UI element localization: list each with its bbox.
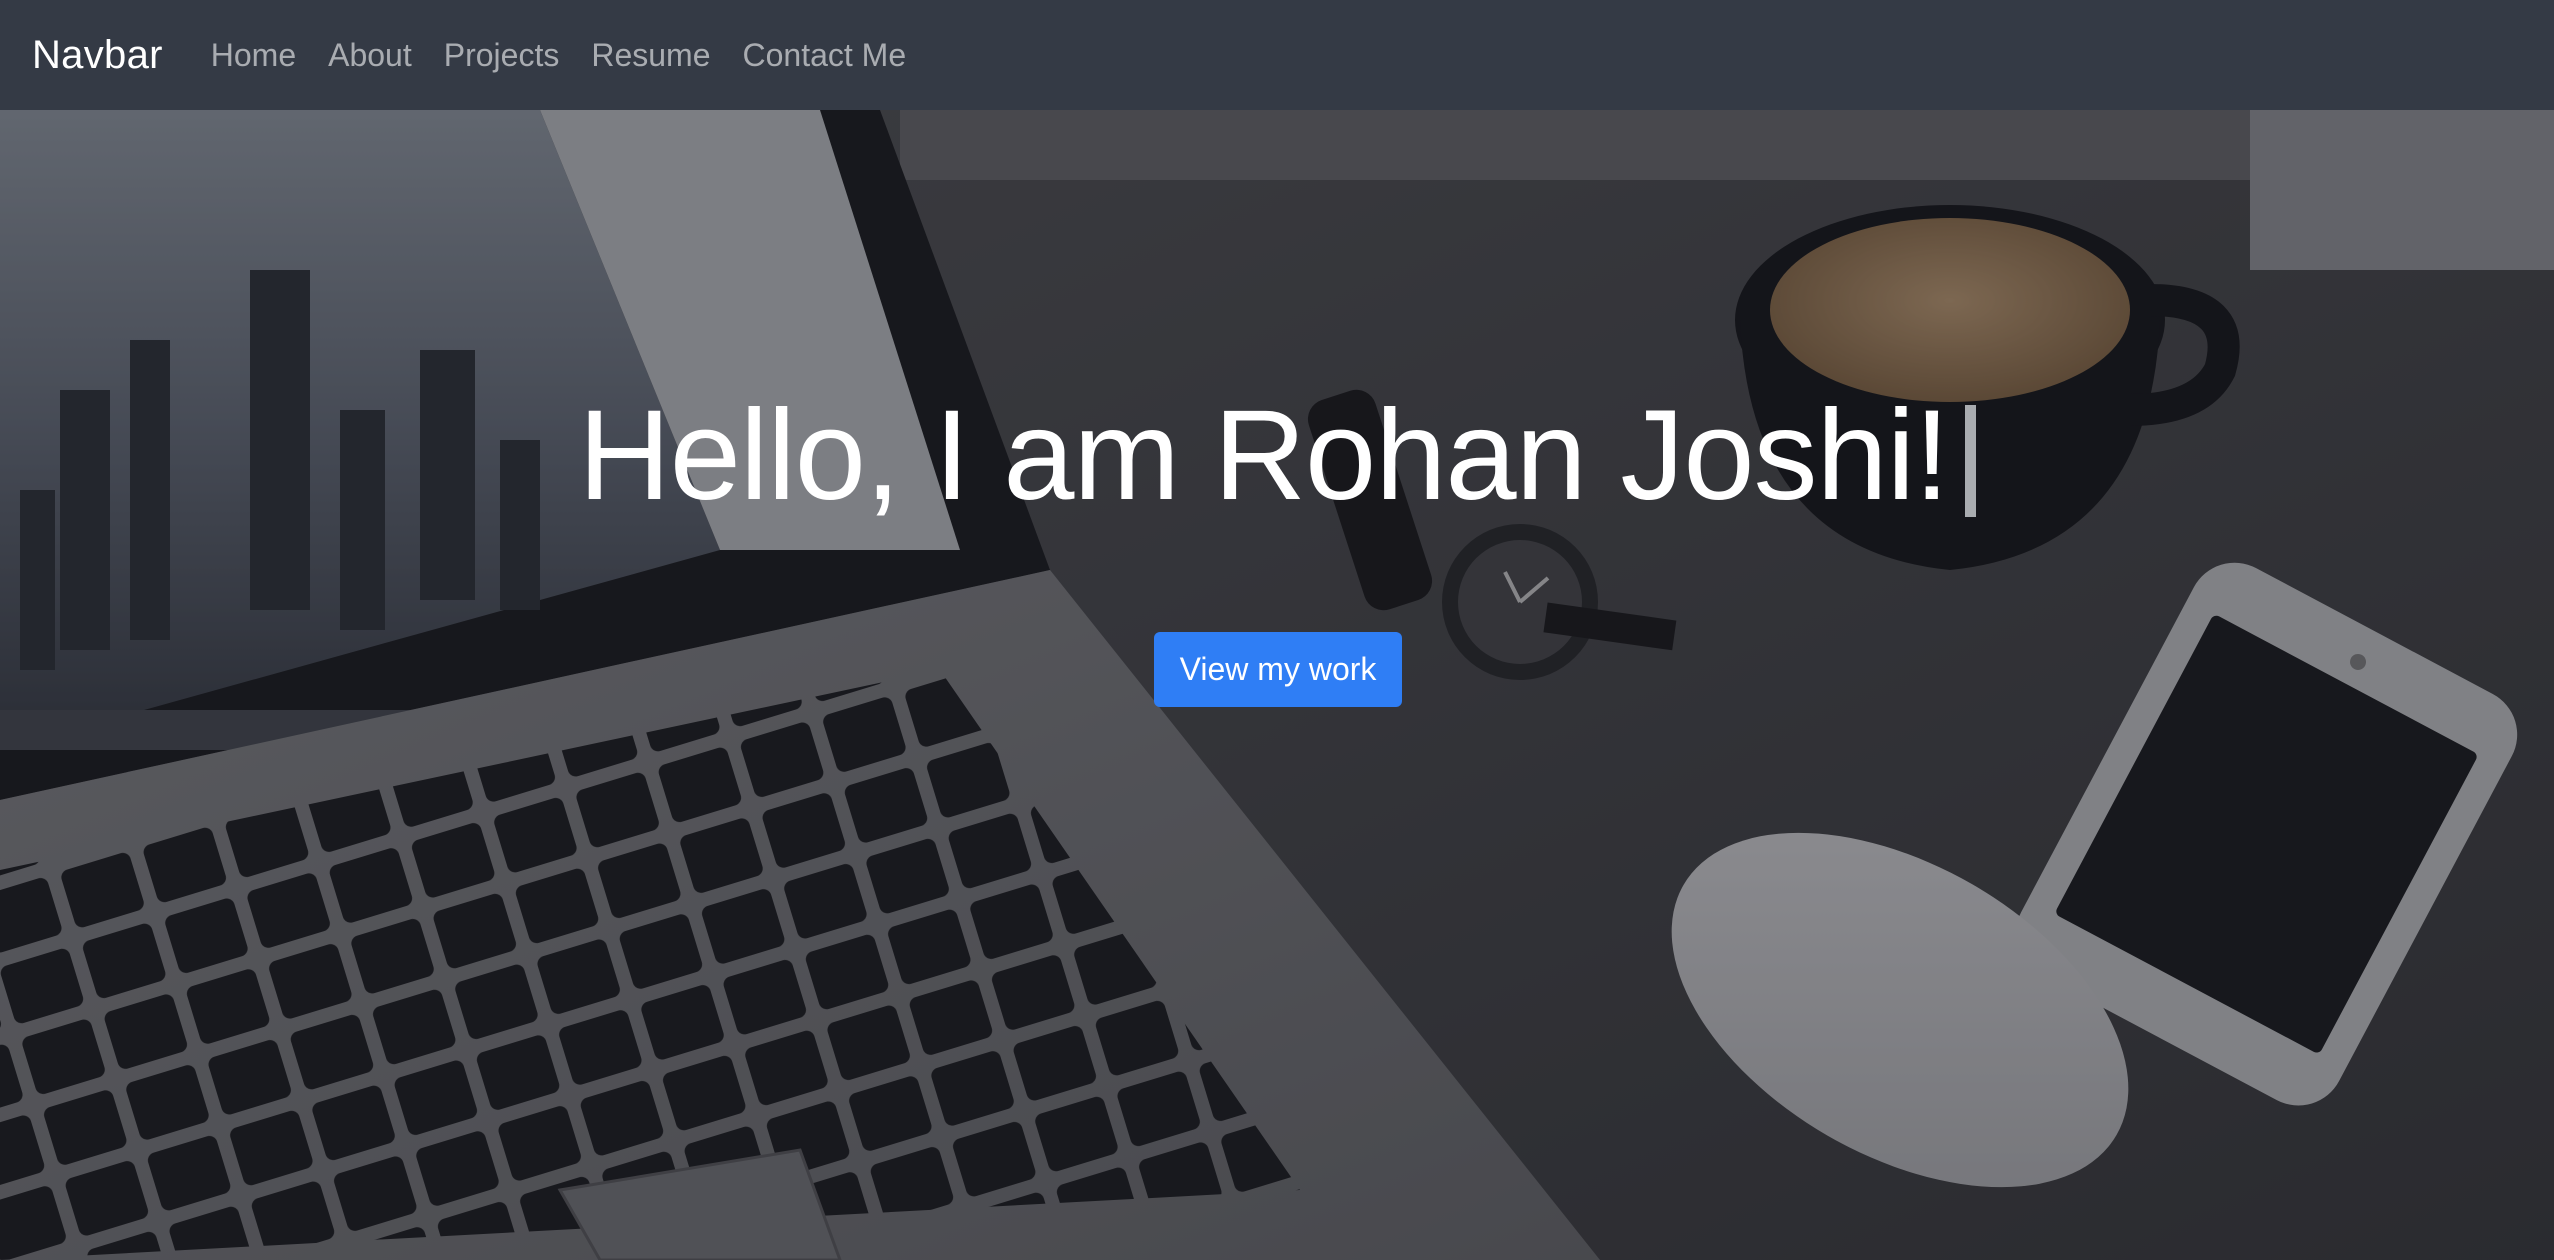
nav-links: Home About Projects Resume Contact Me [211, 37, 938, 74]
headline-container: Hello, I am Rohan Joshi! [0, 382, 2554, 529]
cta-container: View my work [0, 632, 2554, 707]
nav-link-about[interactable]: About [328, 37, 412, 74]
nav-link-projects[interactable]: Projects [444, 37, 560, 74]
hero-headline: Hello, I am Rohan Joshi! [578, 384, 1949, 527]
nav-link-resume[interactable]: Resume [591, 37, 710, 74]
hero-section: Hello, I am Rohan Joshi! View my work [0, 110, 2554, 1260]
navbar-brand[interactable]: Navbar [32, 33, 163, 78]
navbar: Navbar Home About Projects Resume Contac… [0, 0, 2554, 110]
nav-link-home[interactable]: Home [211, 37, 296, 74]
view-my-work-button[interactable]: View my work [1153, 632, 1403, 707]
nav-link-contact[interactable]: Contact Me [742, 37, 906, 74]
typing-cursor [1964, 404, 1976, 517]
